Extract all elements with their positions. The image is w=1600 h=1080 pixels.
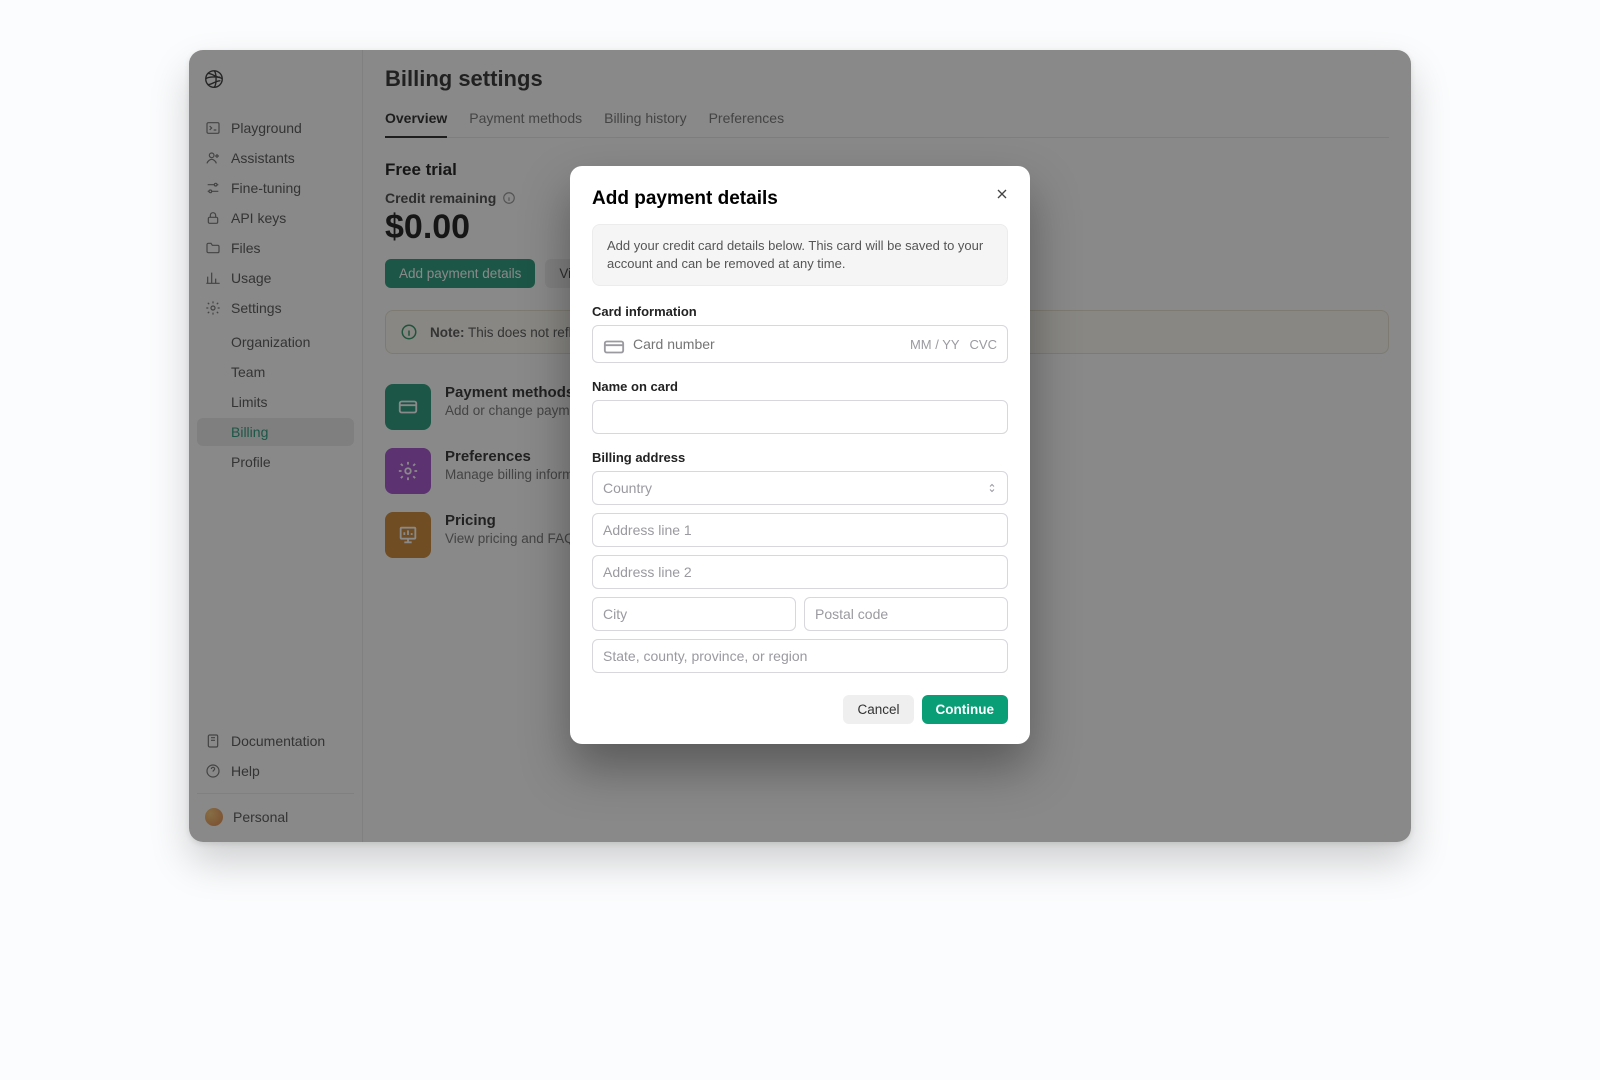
name-on-card-input[interactable] [592,400,1008,434]
billing-address-label: Billing address [592,450,1008,465]
postal-code-input[interactable] [804,597,1008,631]
add-payment-modal: Add payment details Add your credit card… [570,166,1030,744]
cancel-button[interactable]: Cancel [843,695,913,724]
close-button[interactable] [990,182,1014,206]
continue-button[interactable]: Continue [922,695,1009,724]
address-line-2-input[interactable] [592,555,1008,589]
app-window: Playground Assistants Fine-tuning API ke… [189,50,1411,842]
card-information-label: Card information [592,304,1008,319]
name-on-card-group: Name on card [592,379,1008,434]
name-on-card-label: Name on card [592,379,1008,394]
credit-card-icon [603,336,625,352]
modal-title: Add payment details [592,188,1008,210]
card-expiry-hint: MM / YY [910,337,960,352]
close-icon [994,186,1010,202]
modal-actions: Cancel Continue [592,695,1008,724]
modal-scrim[interactable]: Add payment details Add your credit card… [189,50,1411,842]
card-number-field[interactable]: MM / YY CVC [592,325,1008,363]
address-line-1-input[interactable] [592,513,1008,547]
card-meta-hints: MM / YY CVC [910,337,997,352]
country-select-wrap [592,471,1008,505]
country-select[interactable] [592,471,1008,505]
card-number-input[interactable] [633,326,902,362]
card-cvc-hint: CVC [970,337,997,352]
billing-address-group: Billing address [592,450,1008,673]
modal-info-box: Add your credit card details below. This… [592,224,1008,286]
city-input[interactable] [592,597,796,631]
card-information-group: Card information MM / YY CVC [592,304,1008,363]
state-input[interactable] [592,639,1008,673]
